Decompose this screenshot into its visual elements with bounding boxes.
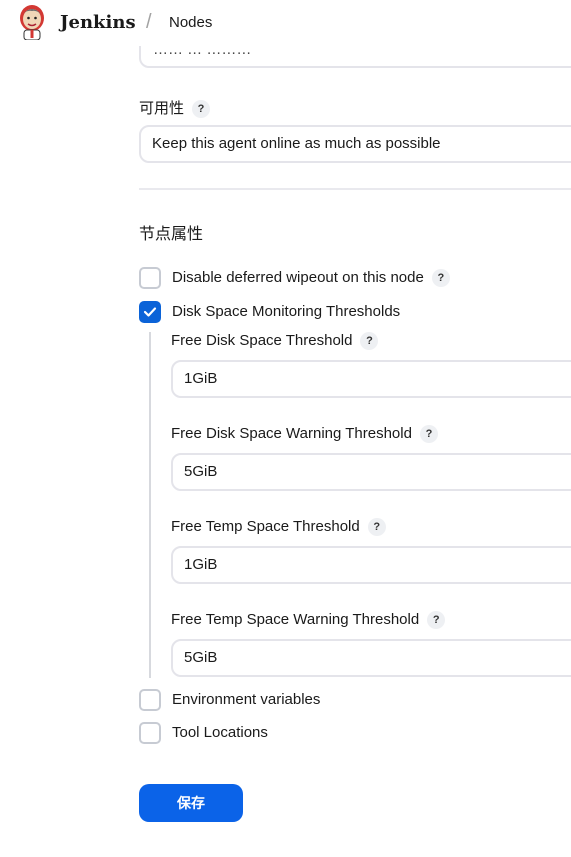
breadcrumb-separator: / <box>146 11 152 33</box>
disk-space-monitoring-checkbox[interactable] <box>139 301 161 323</box>
availability-label: 可用性? <box>139 97 211 119</box>
free-temp-space-warning-threshold-label: Free Temp Space Warning Threshold? <box>171 611 446 630</box>
availability-select-value: Keep this agent online as much as possib… <box>152 135 441 152</box>
disk-space-monitoring-label: Disk Space Monitoring Thresholds <box>172 303 401 320</box>
free-temp-space-threshold-help-icon[interactable]: ? <box>367 518 386 537</box>
jenkins-logo-icon[interactable] <box>18 4 46 41</box>
free-disk-space-threshold-input[interactable]: 1GiB <box>171 360 571 398</box>
environment-variables-checkbox[interactable] <box>139 689 161 711</box>
checkmark-icon <box>143 307 157 317</box>
node-properties-title: 节点属性 <box>139 226 204 243</box>
availability-help-icon[interactable]: ? <box>192 100 211 119</box>
tool-locations-label: Tool Locations <box>172 724 268 741</box>
free-disk-space-warning-threshold-label: Free Disk Space Warning Threshold? <box>171 425 438 444</box>
free-disk-space-threshold-help-icon[interactable]: ? <box>360 332 379 351</box>
free-disk-space-warning-threshold-label-text: Free Disk Space Warning Threshold <box>171 425 412 442</box>
free-temp-space-threshold-input[interactable]: 1GiB <box>171 546 571 584</box>
free-disk-space-warning-threshold-input[interactable]: 5GiB <box>171 453 571 491</box>
free-temp-space-threshold-value: 1GiB <box>184 556 218 573</box>
disable-deferred-wipeout-label-text: Disable deferred wipeout on this node <box>172 269 424 286</box>
top-header: Jenkins / Nodes <box>0 0 571 46</box>
brand-name[interactable]: Jenkins <box>60 12 136 33</box>
disable-deferred-wipeout-help-icon[interactable]: ? <box>431 269 450 288</box>
free-temp-space-warning-threshold-input[interactable]: 5GiB <box>171 639 571 677</box>
section-divider <box>139 188 571 190</box>
disable-deferred-wipeout-label: Disable deferred wipeout on this node? <box>172 269 450 288</box>
free-disk-space-threshold-label: Free Disk Space Threshold? <box>171 332 379 351</box>
free-disk-space-threshold-label-text: Free Disk Space Threshold <box>171 332 353 349</box>
free-temp-space-warning-threshold-help-icon[interactable]: ? <box>427 611 446 630</box>
free-disk-space-warning-threshold-value: 5GiB <box>184 463 218 480</box>
breadcrumb-nodes[interactable]: Nodes <box>169 14 212 31</box>
disable-deferred-wipeout-checkbox[interactable] <box>139 267 161 289</box>
availability-label-text: 可用性 <box>139 100 185 117</box>
environment-variables-label: Environment variables <box>172 691 321 708</box>
availability-select[interactable]: Keep this agent online as much as possib… <box>139 125 571 163</box>
save-button[interactable]: 保存 <box>139 784 243 822</box>
free-temp-space-warning-threshold-label-text: Free Temp Space Warning Threshold <box>171 611 420 628</box>
nested-section-bar <box>149 332 151 678</box>
free-temp-space-threshold-label-text: Free Temp Space Threshold <box>171 518 360 535</box>
tool-locations-checkbox[interactable] <box>139 722 161 744</box>
free-temp-space-threshold-label: Free Temp Space Threshold? <box>171 518 386 537</box>
free-temp-space-warning-threshold-value: 5GiB <box>184 649 218 666</box>
free-disk-space-threshold-value: 1GiB <box>184 370 218 387</box>
free-disk-space-warning-threshold-help-icon[interactable]: ? <box>419 425 438 444</box>
